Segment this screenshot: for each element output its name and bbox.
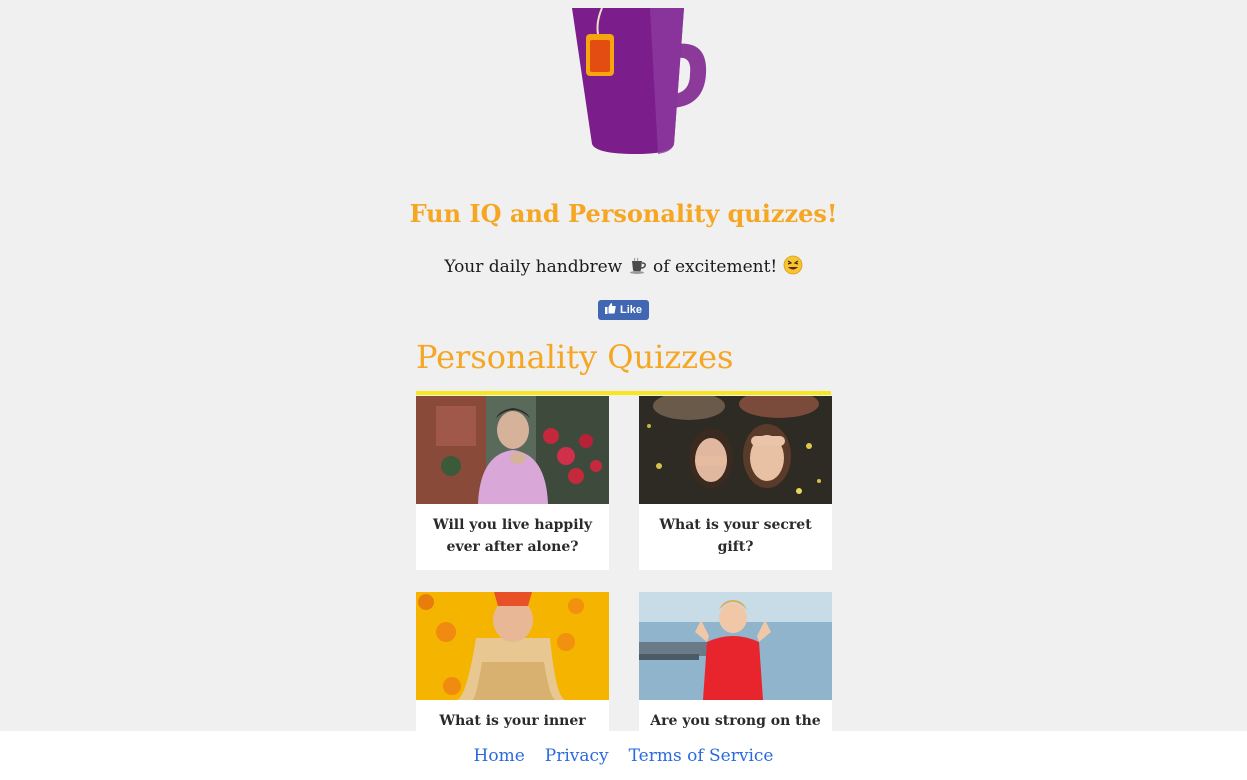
quiz-thumbnail-women-covering-eyes[interactable] [639, 396, 832, 504]
tagline-text-end: of excitement! [647, 257, 783, 277]
footer: Home Privacy Terms of Service [0, 731, 1247, 780]
facebook-like-label: Like [619, 304, 642, 316]
tagline: Your daily handbrew of excitement! [0, 255, 1247, 280]
quiz-title[interactable]: Will you live happily ever after alone? [416, 504, 609, 570]
site-title: Fun IQ and Personality quizzes! [409, 199, 838, 228]
coffee-cup-icon [628, 257, 648, 280]
quiz-card-live-happily[interactable]: Will you live happily ever after alone? [416, 396, 609, 570]
page: Fun IQ and Personality quizzes! Your dai… [0, 0, 1247, 780]
section-title-personality-quizzes: Personality Quizzes [416, 338, 734, 376]
section-divider [416, 391, 831, 395]
quiz-thumbnail-laughing-elderly-woman[interactable] [416, 396, 609, 504]
facebook-like-button[interactable]: Like [598, 300, 649, 320]
grinning-squinting-face-icon [783, 255, 803, 280]
footer-link-home[interactable]: Home [474, 746, 525, 766]
quiz-card-secret-gift[interactable]: What is your secret gift? [639, 396, 832, 570]
quiz-card-strong-on[interactable]: Are you strong on the [639, 592, 832, 744]
footer-link-terms-of-service[interactable]: Terms of Service [629, 746, 774, 766]
quiz-thumbnail-flexing-boy[interactable] [639, 592, 832, 700]
quiz-title[interactable]: What is your secret gift? [639, 504, 832, 570]
footer-link-privacy[interactable]: Privacy [545, 746, 609, 766]
tagline-text-start: Your daily handbrew [444, 257, 628, 277]
thumbs-up-icon [604, 303, 616, 317]
quiz-thumbnail-girl-with-oranges[interactable] [416, 592, 609, 700]
tea-mug-logo-icon[interactable] [566, 4, 712, 156]
